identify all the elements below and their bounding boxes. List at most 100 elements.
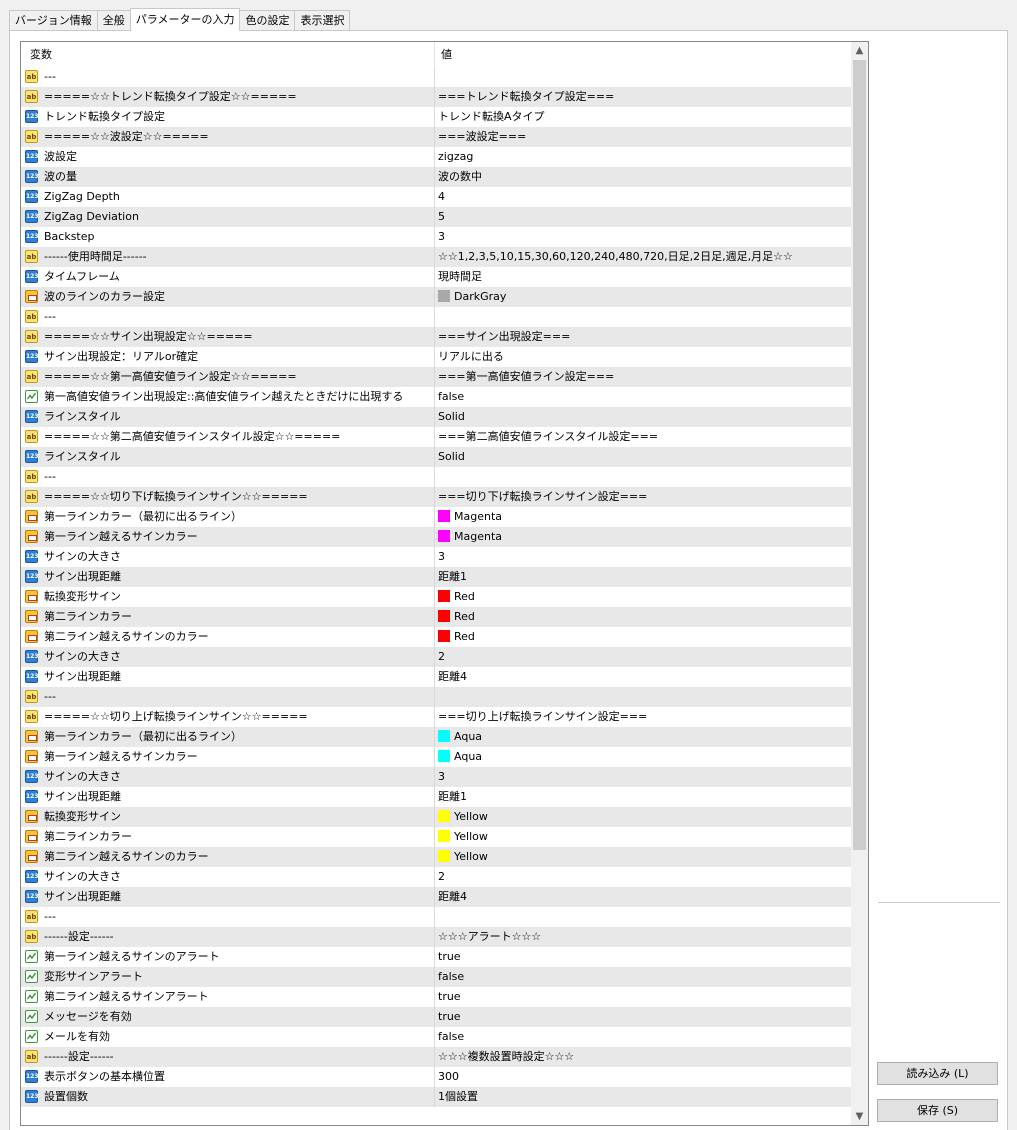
parameter-value[interactable]: false — [435, 1027, 851, 1047]
parameter-value[interactable]: ===サイン出現設定=== — [435, 327, 851, 347]
parameter-value[interactable]: Yellow — [435, 827, 851, 847]
parameter-row[interactable]: 第一ライン越えるサインカラー Magenta — [21, 527, 851, 547]
parameter-value[interactable]: ===第二高値安値ラインスタイル設定=== — [435, 427, 851, 447]
parameter-value[interactable]: 5 — [435, 207, 851, 227]
parameter-row[interactable]: 第一ライン越えるサインカラー Aqua — [21, 747, 851, 767]
parameter-row[interactable]: 波の量 123 波の数中 — [21, 167, 851, 187]
parameter-row[interactable]: 波設定 123 zigzag — [21, 147, 851, 167]
parameter-row[interactable]: サインの大きさ 123 2 — [21, 647, 851, 667]
parameter-row[interactable]: 第二ラインカラー Yellow — [21, 827, 851, 847]
parameter-row[interactable]: サイン出現距離 123 距離4 — [21, 667, 851, 687]
parameter-value[interactable]: true — [435, 987, 851, 1007]
parameter-value[interactable]: 距離1 — [435, 787, 851, 807]
parameter-value[interactable]: ===第一高値安値ライン設定=== — [435, 367, 851, 387]
parameter-value[interactable] — [435, 467, 851, 487]
parameter-list[interactable]: 変数 値 --- ab =====☆☆トレンド転換タイプ設定☆☆===== ab ===… — [20, 41, 869, 1126]
parameter-row[interactable]: 第一ラインカラー（最初に出るライン） Aqua — [21, 727, 851, 747]
parameter-value[interactable]: Magenta — [435, 507, 851, 527]
parameter-row[interactable]: =====☆☆トレンド転換タイプ設定☆☆===== ab ===トレンド転換タイプ設… — [21, 87, 851, 107]
parameter-value[interactable]: ☆☆1,2,3,5,10,15,30,60,120,240,480,720,日足… — [435, 247, 851, 267]
parameter-row[interactable]: サイン出現距離 123 距離1 — [21, 787, 851, 807]
parameter-value[interactable]: Yellow — [435, 807, 851, 827]
parameter-row[interactable]: トレンド転換タイプ設定 123 トレンド転換Aタイプ — [21, 107, 851, 127]
parameter-row[interactable]: 第二ライン越えるサインのカラー Yellow — [21, 847, 851, 867]
parameter-value[interactable]: Aqua — [435, 727, 851, 747]
parameter-value[interactable]: false — [435, 387, 851, 407]
parameter-row[interactable]: =====☆☆波設定☆☆===== ab ===波設定=== — [21, 127, 851, 147]
parameter-row[interactable]: =====☆☆サイン出現設定☆☆===== ab ===サイン出現設定=== — [21, 327, 851, 347]
tab-display-selection[interactable]: 表示選択 — [294, 10, 351, 31]
tab-parameters[interactable]: パラメーターの入力 — [129, 8, 241, 31]
parameter-row[interactable]: Backstep 123 3 — [21, 227, 851, 247]
parameter-row[interactable]: メールを有効 false — [21, 1027, 851, 1047]
parameter-row[interactable]: --- ab — [21, 907, 851, 927]
parameter-row[interactable]: --- ab — [21, 67, 851, 87]
parameter-row[interactable]: 第一ライン越えるサインのアラート true — [21, 947, 851, 967]
parameter-row[interactable]: ------使用時間足------ ab ☆☆1,2,3,5,10,15,30,60… — [21, 247, 851, 267]
parameter-row[interactable]: 変形サインアラート false — [21, 967, 851, 987]
parameter-row[interactable]: =====☆☆第一高値安値ライン設定☆☆===== ab ===第一高値安値ライン設… — [21, 367, 851, 387]
parameter-row[interactable]: --- ab — [21, 307, 851, 327]
parameter-value[interactable]: Aqua — [435, 747, 851, 767]
parameter-row[interactable]: ラインスタイル 123 Solid — [21, 407, 851, 427]
parameter-row[interactable]: 設置個数 123 1個設置 — [21, 1087, 851, 1107]
parameter-value[interactable]: ===切り下げ転換ラインサイン設定=== — [435, 487, 851, 507]
parameter-row[interactable]: ------設定------ ab ☆☆☆アラート☆☆☆ — [21, 927, 851, 947]
parameter-row[interactable]: ラインスタイル 123 Solid — [21, 447, 851, 467]
parameter-value[interactable]: ===波設定=== — [435, 127, 851, 147]
parameter-row[interactable]: --- ab — [21, 467, 851, 487]
parameter-row[interactable]: 第二ラインカラー Red — [21, 607, 851, 627]
scroll-up-icon[interactable]: ▲ — [851, 42, 868, 59]
parameter-value[interactable]: トレンド転換Aタイプ — [435, 107, 851, 127]
parameter-value[interactable]: リアルに出る — [435, 347, 851, 367]
parameter-row[interactable]: サイン出現距離 123 距離1 — [21, 567, 851, 587]
parameter-value[interactable]: Solid — [435, 407, 851, 427]
scroll-down-icon[interactable]: ▼ — [851, 1108, 868, 1125]
parameter-row[interactable]: サインの大きさ 123 2 — [21, 867, 851, 887]
parameter-value[interactable]: 2 — [435, 647, 851, 667]
parameter-value[interactable]: 現時間足 — [435, 267, 851, 287]
parameter-value[interactable]: 距離4 — [435, 887, 851, 907]
load-button[interactable]: 読み込み (L) — [877, 1062, 998, 1085]
parameter-row[interactable]: --- ab — [21, 687, 851, 707]
parameter-value[interactable] — [435, 67, 851, 87]
parameter-value[interactable]: zigzag — [435, 147, 851, 167]
parameter-value[interactable]: ☆☆☆複数設置時設定☆☆☆ — [435, 1047, 851, 1067]
parameter-value[interactable]: 2 — [435, 867, 851, 887]
scroll-thumb[interactable] — [853, 60, 866, 850]
parameter-row[interactable]: サインの大きさ 123 3 — [21, 547, 851, 567]
parameter-value[interactable]: ===切り上げ転換ラインサイン設定=== — [435, 707, 851, 727]
parameter-row[interactable]: 第一ラインカラー（最初に出るライン） Magenta — [21, 507, 851, 527]
parameter-value[interactable] — [435, 687, 851, 707]
parameter-row[interactable]: 転換変形サイン Yellow — [21, 807, 851, 827]
parameter-value[interactable]: DarkGray — [435, 287, 851, 307]
vertical-scrollbar[interactable]: ▲ ▼ — [851, 42, 868, 1125]
parameter-row[interactable]: ZigZag Depth 123 4 — [21, 187, 851, 207]
parameter-value[interactable]: Red — [435, 587, 851, 607]
tab-version-info[interactable]: バージョン情報 — [9, 10, 98, 31]
parameter-row[interactable]: ------設定------ ab ☆☆☆複数設置時設定☆☆☆ — [21, 1047, 851, 1067]
parameter-value[interactable]: true — [435, 1007, 851, 1027]
parameter-value[interactable]: 3 — [435, 547, 851, 567]
parameter-value[interactable]: 1個設置 — [435, 1087, 851, 1107]
parameter-row[interactable]: 第二ライン越えるサインのカラー Red — [21, 627, 851, 647]
save-button[interactable]: 保存 (S) — [877, 1099, 998, 1122]
parameter-value[interactable]: 距離4 — [435, 667, 851, 687]
parameter-row[interactable]: =====☆☆第二高値安値ラインスタイル設定☆☆===== ab ===第二高値安値… — [21, 427, 851, 447]
parameter-row[interactable]: 第二ライン越えるサインアラート true — [21, 987, 851, 1007]
parameter-row[interactable]: サイン出現設定：リアルor確定 123 リアルに出る — [21, 347, 851, 367]
parameter-value[interactable]: Red — [435, 607, 851, 627]
parameter-value[interactable] — [435, 307, 851, 327]
parameter-value[interactable]: ===トレンド転換タイプ設定=== — [435, 87, 851, 107]
parameter-value[interactable]: 300 — [435, 1067, 851, 1087]
parameter-row[interactable]: 波のラインのカラー設定 DarkGray — [21, 287, 851, 307]
parameter-row[interactable]: 転換変形サイン Red — [21, 587, 851, 607]
parameter-value[interactable]: 4 — [435, 187, 851, 207]
parameter-row[interactable]: 第一高値安値ライン出現設定::高値安値ライン越えたときだけに出現する false — [21, 387, 851, 407]
parameter-value[interactable]: Yellow — [435, 847, 851, 867]
parameter-value[interactable]: Red — [435, 627, 851, 647]
parameter-row[interactable]: タイムフレーム 123 現時間足 — [21, 267, 851, 287]
parameter-value[interactable]: 3 — [435, 227, 851, 247]
parameter-value[interactable]: Solid — [435, 447, 851, 467]
parameter-value[interactable]: 距離1 — [435, 567, 851, 587]
